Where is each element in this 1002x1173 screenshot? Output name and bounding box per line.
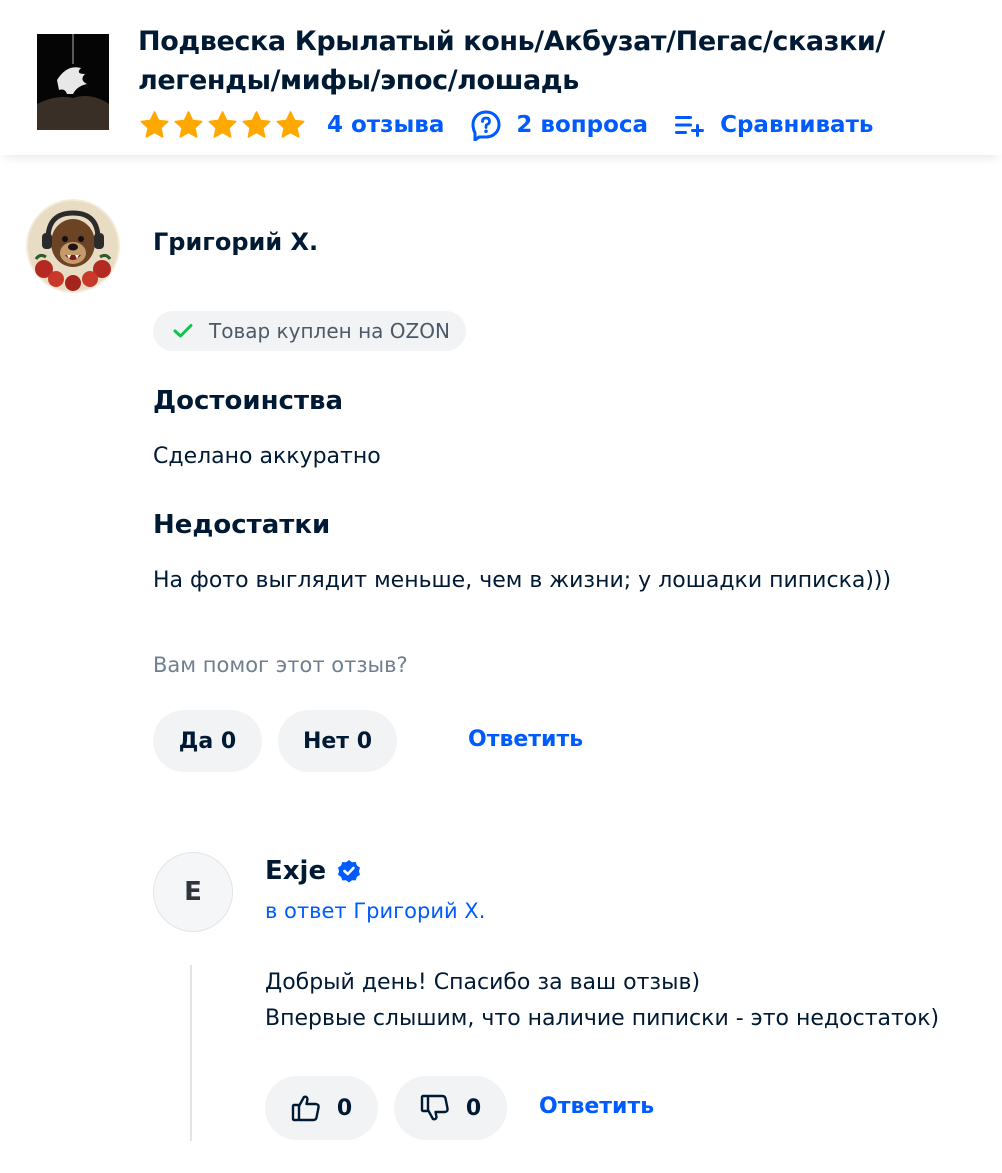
reply-thread-line [190,965,192,1141]
verified-icon [336,858,362,884]
reply-button[interactable]: Ответить [468,727,583,752]
question-icon [470,109,502,141]
reply-text-line-2: Впервые слышим, что наличие пиписки - эт… [265,1006,940,1031]
reply-text: Добрый день! Спасибо за ваш отзыв) Вперв… [265,965,939,1037]
helpful-yes-button[interactable]: Да 0 [153,710,262,772]
helpful-question: Вам помог этот отзыв? [153,653,408,677]
compare-label: Сравнивать [720,112,874,138]
reply-author-name: Exje [265,856,327,886]
helpful-no-button[interactable]: Нет 0 [278,710,397,772]
dislike-count: 0 [465,1095,482,1121]
cons-heading: Недостатки [153,510,331,540]
product-title[interactable]: Подвеска Крылатый конь/Акбузат/Пегас/ска… [138,22,958,100]
product-meta-row: 4 отзыва 2 вопроса Сравнивать [138,106,899,144]
star-icon [138,109,171,142]
pros-heading: Достоинства [153,386,344,416]
reply-to-seller-button[interactable]: Ответить [539,1094,654,1119]
like-count: 0 [336,1095,353,1121]
purchase-badge-label: Товар куплен на OZON [209,319,450,343]
star-icon [172,109,205,142]
reviews-link[interactable]: 4 отзыва [327,112,444,138]
in-reply-to-link[interactable]: в ответ Григорий Х. [265,899,485,923]
rating-stars [138,109,307,142]
product-header: Подвеска Крылатый конь/Акбузат/Пегас/ска… [0,0,1002,155]
product-thumbnail[interactable] [37,34,109,130]
star-icon [206,109,239,142]
reviewer-name[interactable]: Григорий Х. [153,228,318,256]
questions-count: 2 вопроса [516,112,649,138]
reviews-count: 4 отзыва [327,112,445,138]
like-button[interactable]: 0 [265,1076,378,1140]
purchase-badge: Товар куплен на OZON [153,311,466,351]
check-icon [173,323,193,339]
reply-author[interactable]: Exje [265,856,362,886]
dislike-button[interactable]: 0 [394,1076,507,1140]
reply-text-line-1: Добрый день! Спасибо за ваш отзыв) [265,970,701,995]
reviewer-avatar[interactable] [26,199,120,293]
cons-text: На фото выглядит меньше, чем в жизни; у … [153,568,892,593]
pros-text: Сделано аккуратно [153,444,381,469]
star-icon [240,109,273,142]
questions-link[interactable]: 2 вопроса [470,109,648,141]
compare-icon [674,113,706,137]
star-icon [274,109,307,142]
thumbs-up-icon [291,1094,321,1122]
compare-link[interactable]: Сравнивать [674,112,873,138]
reply-avatar[interactable]: E [153,852,233,932]
thumbs-down-icon [420,1094,450,1122]
